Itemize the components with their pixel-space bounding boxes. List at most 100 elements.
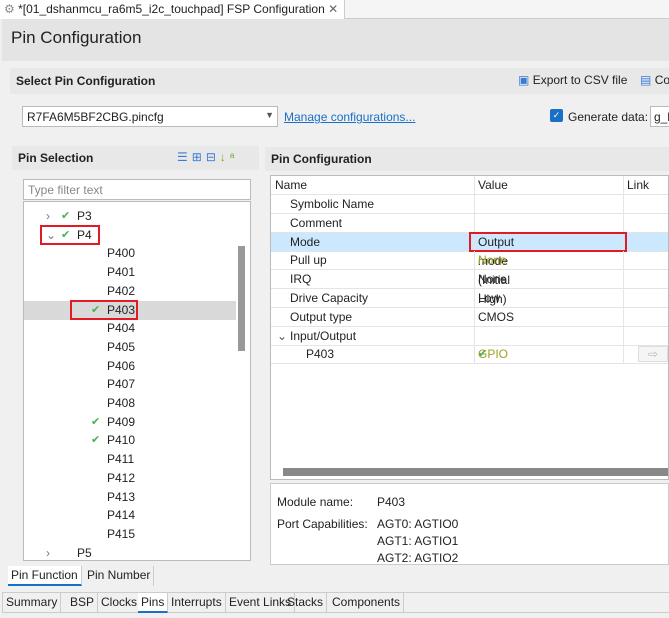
property-value[interactable]: None bbox=[474, 251, 507, 271]
pin-config-title: Pin Configuration bbox=[271, 152, 372, 166]
chevron-right-icon[interactable]: › bbox=[46, 207, 50, 226]
property-value[interactable]: ✔ GPIO bbox=[474, 345, 508, 365]
value-text: Low bbox=[478, 291, 501, 305]
tree-item-p406[interactable]: P406 bbox=[24, 357, 236, 376]
tree-item-p400[interactable]: P400 bbox=[24, 244, 236, 263]
table-row[interactable]: P403 ✔ GPIO ⇨ bbox=[271, 345, 668, 365]
tree-item-p412[interactable]: P412 bbox=[24, 469, 236, 488]
manage-configurations-link[interactable]: Manage configurations... bbox=[284, 110, 415, 124]
tree-item-label: P401 bbox=[107, 265, 136, 280]
tree-item-p407[interactable]: P407 bbox=[24, 375, 236, 394]
tree-item-p415[interactable]: P415 bbox=[24, 525, 236, 544]
tab-components[interactable]: Components bbox=[329, 593, 405, 613]
chevron-down-icon[interactable]: ▼ bbox=[265, 110, 274, 120]
editor-tab[interactable]: ⚙ *[01_dshanmcu_ra6m5_i2c_touchpad] FSP … bbox=[0, 0, 345, 19]
tab-summary[interactable]: Summary bbox=[3, 593, 62, 613]
pin-selection-title: Pin Selection bbox=[18, 151, 94, 165]
table-row[interactable]: Symbolic Name bbox=[271, 195, 668, 214]
arrow-right-icon[interactable]: ⇨ bbox=[638, 346, 668, 363]
tree-item-label: P414 bbox=[107, 508, 136, 523]
capability: AGT1: AGTIO1 bbox=[377, 534, 459, 548]
value-text: None bbox=[478, 272, 507, 287]
tree-scrollbar[interactable] bbox=[238, 246, 245, 351]
tree-item-p410[interactable]: ✔ P410 bbox=[24, 431, 236, 450]
tab-clocks[interactable]: Clocks bbox=[98, 593, 142, 613]
tab-pins[interactable]: Pins bbox=[138, 593, 169, 613]
check-icon: ✔ bbox=[91, 415, 101, 428]
tree-item-label: P407 bbox=[107, 377, 136, 392]
table-header: Name Value Link bbox=[271, 176, 668, 195]
column-link: Link bbox=[623, 176, 668, 195]
tree-item-label: P410 bbox=[107, 433, 136, 448]
tree-item-label: P5 bbox=[77, 545, 92, 560]
generate-data-input[interactable]: g_b bbox=[650, 106, 669, 127]
chevron-right-icon[interactable]: › bbox=[46, 544, 50, 560]
table-row[interactable]: Comment bbox=[271, 213, 668, 233]
collapse-all-icon[interactable]: ⊟ bbox=[206, 150, 220, 164]
capability: AGT0: AGTIO0 bbox=[377, 517, 459, 531]
view-tabs: Pin Function Pin Number bbox=[8, 566, 669, 586]
property-name: Symbolic Name bbox=[290, 197, 375, 211]
table-row[interactable]: ⌄ Input/Output bbox=[271, 326, 668, 346]
tree-item-p405[interactable]: P405 bbox=[24, 338, 236, 357]
tab-pin-number[interactable]: Pin Number bbox=[84, 566, 155, 586]
property-value[interactable]: Low bbox=[474, 289, 500, 308]
table-row[interactable]: IRQ None bbox=[271, 270, 668, 290]
gear-icon: ⚙ bbox=[4, 2, 15, 16]
tab-stacks[interactable]: Stacks bbox=[284, 593, 328, 613]
tree-item-p408[interactable]: P408 bbox=[24, 394, 236, 413]
table-row[interactable]: Drive Capacity Low bbox=[271, 289, 668, 308]
chevron-down-icon[interactable]: ⌄ bbox=[277, 327, 287, 346]
tree-item-p411[interactable]: P411 bbox=[24, 450, 236, 469]
tree-item-p414[interactable]: P414 bbox=[24, 506, 236, 525]
value-text: GPIO bbox=[478, 347, 509, 362]
table-row[interactable]: Pull up None bbox=[271, 251, 668, 271]
filter-placeholder: Type filter text bbox=[28, 183, 103, 197]
table-row[interactable]: Output type CMOS bbox=[271, 307, 668, 327]
module-info: Module name: P403 Port Capabilities: AGT… bbox=[270, 483, 669, 565]
filter-input[interactable]: Type filter text bbox=[23, 179, 251, 200]
tab-bsp[interactable]: BSP bbox=[67, 593, 99, 613]
property-name: Comment bbox=[290, 215, 343, 230]
tree-item-label: P3 bbox=[77, 209, 92, 223]
tab-interrupts[interactable]: Interrupts bbox=[168, 593, 226, 613]
property-value[interactable]: CMOS bbox=[474, 307, 514, 327]
tree-item-p413[interactable]: P413 bbox=[24, 488, 236, 507]
module-name-value: P403 bbox=[377, 495, 406, 509]
port-capabilities-label: Port Capabilities: bbox=[277, 517, 368, 531]
highlight-box bbox=[70, 299, 138, 320]
pin-selection-header: Pin Selection ☰⊞⊟↓ᵃ bbox=[12, 146, 259, 170]
pin-config-select[interactable]: R7FA6M5BF2CBG.pincfg ▼ bbox=[22, 106, 278, 127]
config-button[interactable]: ▤ Co bbox=[640, 73, 669, 87]
generate-data-checkbox[interactable]: ✓ bbox=[550, 109, 563, 122]
sort-az-icon[interactable]: ↓ᵃ bbox=[220, 150, 238, 164]
property-value[interactable] bbox=[474, 195, 478, 214]
tab-pin-function[interactable]: Pin Function bbox=[8, 566, 82, 586]
tree-item-p401[interactable]: P401 bbox=[24, 263, 236, 282]
tree-item-p409[interactable]: ✔ P409 bbox=[24, 413, 236, 432]
property-value[interactable] bbox=[474, 213, 478, 233]
selected-file: R7FA6M5BF2CBG.pincfg bbox=[27, 110, 164, 124]
tree-item-p5[interactable]: › P5 bbox=[24, 544, 236, 560]
generate-data-value: g_b bbox=[654, 110, 669, 124]
list-icon: ▤ bbox=[640, 73, 652, 87]
pin-tree: › ✔ P3 ⌄ ✔ P4 P400 P401 P402 ✔ P403 P404 P405 P406 P40… bbox=[23, 201, 251, 561]
property-value[interactable]: None bbox=[474, 270, 507, 290]
property-name: Mode bbox=[290, 234, 321, 249]
property-name: Input/Output bbox=[290, 328, 357, 343]
horizontal-scrollbar[interactable] bbox=[283, 468, 668, 476]
config-label: Co bbox=[654, 73, 669, 87]
list-view-icon[interactable]: ☰ bbox=[177, 150, 192, 164]
tree-item-label: P412 bbox=[107, 470, 136, 485]
property-value[interactable] bbox=[474, 326, 478, 346]
tree-item-p402[interactable]: P402 bbox=[24, 282, 236, 301]
check-icon: ✔ bbox=[61, 210, 71, 222]
tree-item-label: P413 bbox=[107, 489, 136, 504]
value-text: None bbox=[478, 253, 507, 268]
expand-all-icon[interactable]: ⊞ bbox=[192, 150, 206, 164]
export-label: Export to CSV file bbox=[532, 73, 628, 87]
tree-item-p404[interactable]: P404 bbox=[24, 319, 236, 338]
close-icon[interactable]: ✕ bbox=[328, 2, 338, 16]
tree-item-p3[interactable]: › ✔ P3 bbox=[24, 207, 236, 226]
export-csv-button[interactable]: ▣ Export to CSV file bbox=[518, 73, 627, 87]
